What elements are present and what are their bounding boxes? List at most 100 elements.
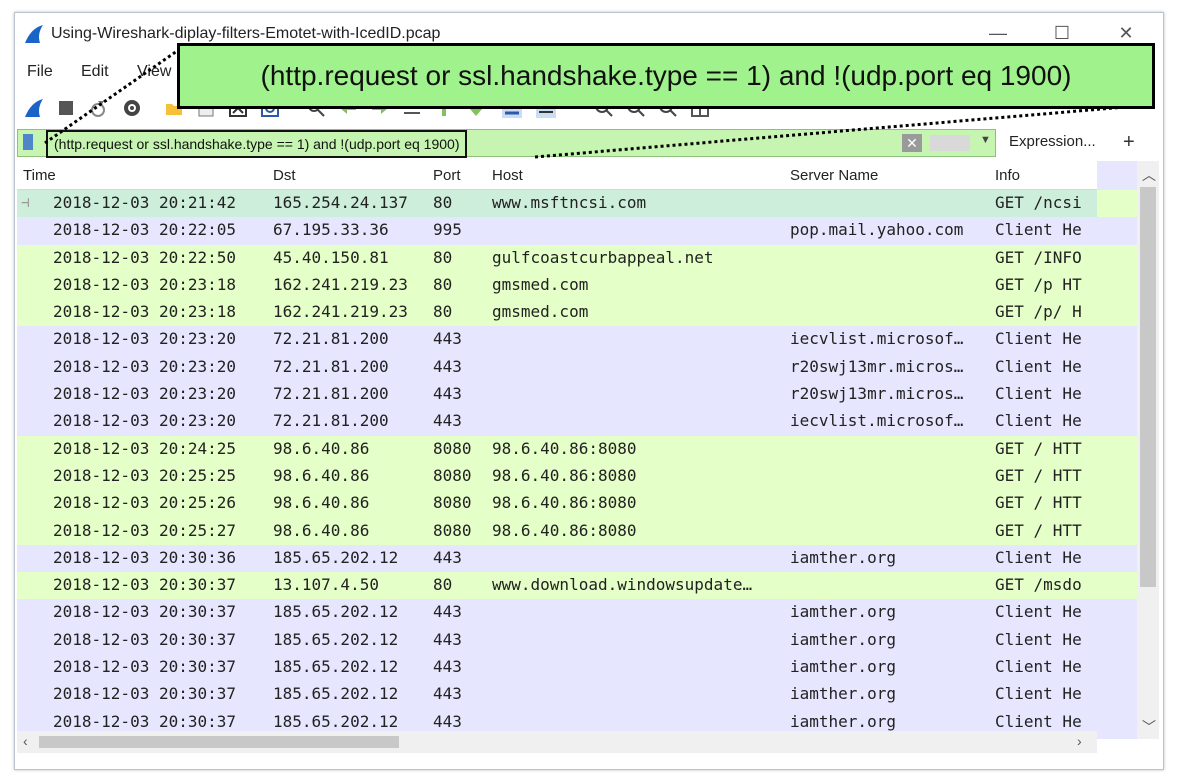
minimap-row: [1097, 544, 1137, 573]
minimap-row: [1097, 462, 1137, 491]
minimap-row: [1097, 490, 1137, 518]
cell-server-name: iamther.org: [790, 711, 896, 731]
cell-info: Client He: [995, 602, 1082, 622]
scroll-right-icon[interactable]: ›: [1077, 733, 1082, 749]
cell-port: 443: [433, 684, 462, 704]
cell-info: GET / HTT: [995, 438, 1082, 458]
table-row[interactable]: 2018-12-03 20:30:37 185.65.202.12 443 iamth…: [17, 681, 1097, 709]
table-row[interactable]: 2018-12-03 20:24:25 98.6.40.86 8080 98.6.40…: [17, 435, 1097, 463]
table-row[interactable]: 2018-12-03 20:30:37 13.107.4.50 80 www.down…: [17, 572, 1097, 600]
cell-port: 443: [433, 384, 462, 404]
cell-server-name: iamther.org: [790, 547, 896, 567]
cell-time: 2018-12-03 20:30:36: [53, 547, 237, 567]
cell-port: 443: [433, 356, 462, 376]
table-row[interactable]: 2018-12-03 20:30:37 185.65.202.12 443 iamth…: [17, 626, 1097, 655]
cell-info: GET /INFO: [995, 247, 1082, 267]
cell-server-name: iamther.org: [790, 657, 896, 677]
table-row[interactable]: 2018-12-03 20:25:25 98.6.40.86 8080 98.6.40…: [17, 462, 1097, 491]
cell-host: www.download.windowsupdate…: [492, 575, 753, 595]
cell-port: 443: [433, 629, 462, 649]
table-row[interactable]: 2018-12-03 20:23:20 72.21.81.200 443 iecvli…: [17, 326, 1097, 354]
minimap-row: [1097, 271, 1137, 300]
cell-info: Client He: [995, 629, 1082, 649]
cell-port: 443: [433, 711, 462, 731]
cell-dst: 98.6.40.86: [273, 465, 370, 485]
table-row[interactable]: 2018-12-03 20:25:26 98.6.40.86 8080 98.6.40…: [17, 490, 1097, 518]
table-row[interactable]: 2018-12-03 20:23:20 72.21.81.200 443 r20swj…: [17, 353, 1097, 382]
cell-host: 98.6.40.86:8080: [492, 493, 637, 513]
cell-port: 443: [433, 657, 462, 677]
cell-port: 8080: [433, 520, 472, 540]
horizontal-scroll-thumb[interactable]: [39, 736, 399, 748]
cell-server-name: iamther.org: [790, 629, 896, 649]
table-row[interactable]: 2018-12-03 20:22:05 67.195.33.36 995 pop.ma…: [17, 217, 1097, 245]
cell-info: Client He: [995, 684, 1082, 704]
minimap-row: [1097, 517, 1137, 545]
table-row[interactable]: 2018-12-03 20:23:18 162.241.219.23 80 gmsme…: [17, 299, 1097, 327]
cell-info: Client He: [995, 329, 1082, 349]
cell-time: 2018-12-03 20:30:37: [53, 684, 237, 704]
table-row[interactable]: 2018-12-03 20:22:50 45.40.150.81 80 gulfcoa…: [17, 244, 1097, 272]
cell-info: GET /ncsi: [995, 193, 1082, 212]
cell-dst: 98.6.40.86: [273, 493, 370, 513]
cell-host: gulfcoastcurbappeal.net: [492, 247, 714, 267]
cell-info: Client He: [995, 356, 1082, 376]
cell-time: 2018-12-03 20:23:20: [53, 384, 237, 404]
vertical-scrollbar[interactable]: ︿ ﹀: [1137, 161, 1159, 739]
cell-info: GET /p/ H: [995, 302, 1082, 322]
minimap-row: [1097, 244, 1137, 272]
cell-host: 98.6.40.86:8080: [492, 438, 637, 458]
scroll-left-icon[interactable]: ‹: [23, 733, 28, 749]
cell-info: Client He: [995, 547, 1082, 567]
cell-time: 2018-12-03 20:24:25: [53, 438, 237, 458]
table-row[interactable]: 2018-12-03 20:30:36 185.65.202.12 443 iamth…: [17, 544, 1097, 573]
cell-host: gmsmed.com: [492, 302, 589, 322]
cell-info: Client He: [995, 657, 1082, 677]
table-row[interactable]: 2018-12-03 20:30:37 185.65.202.12 443 iamth…: [17, 599, 1097, 627]
cell-dst: 72.21.81.200: [273, 411, 389, 431]
cell-host: www.msftncsi.com: [492, 193, 647, 212]
cell-time: 2018-12-03 20:23:20: [53, 411, 237, 431]
cell-dst: 98.6.40.86: [273, 520, 370, 540]
minimap-row: [1097, 708, 1137, 736]
packet-minimap[interactable]: [1097, 161, 1137, 739]
cell-dst: 13.107.4.50: [273, 575, 379, 595]
scroll-down-icon[interactable]: ﹀: [1142, 717, 1156, 737]
cell-time: 2018-12-03 20:23:20: [53, 356, 237, 376]
cell-server-name: iecvlist.microsof…: [790, 411, 964, 431]
cell-dst: 165.254.24.137: [273, 193, 408, 212]
vertical-scroll-thumb[interactable]: [1140, 187, 1156, 587]
table-row[interactable]: 2018-12-03 20:23:18 162.241.219.23 80 gmsme…: [17, 271, 1097, 300]
minimap-row: [1097, 381, 1137, 409]
packet-list[interactable]: Time Dst Port Host Server Name Info ⊣ 201…: [17, 161, 1097, 739]
cell-port: 8080: [433, 438, 472, 458]
table-row[interactable]: 2018-12-03 20:30:37 185.65.202.12 443 iamth…: [17, 654, 1097, 682]
table-row[interactable]: 2018-12-03 20:23:20 72.21.81.200 443 iecvli…: [17, 408, 1097, 436]
table-row[interactable]: 2018-12-03 20:25:27 98.6.40.86 8080 98.6.40…: [17, 517, 1097, 545]
minimap-row: [1097, 408, 1137, 436]
cell-time: 2018-12-03 20:23:20: [53, 329, 237, 349]
minimap-row: [1097, 681, 1137, 709]
table-row[interactable]: 2018-12-03 20:23:20 72.21.81.200 443 r20swj…: [17, 381, 1097, 409]
cell-host: 98.6.40.86:8080: [492, 465, 637, 485]
cell-port: 80: [433, 302, 453, 322]
cell-server-name: iamther.org: [790, 684, 896, 704]
cell-dst: 185.65.202.12: [273, 547, 399, 567]
minimap-row: [1097, 299, 1137, 327]
cell-info: GET / HTT: [995, 493, 1082, 513]
minimap-row: [1097, 654, 1137, 682]
minimap-row: [1097, 435, 1137, 463]
horizontal-scrollbar[interactable]: ‹ ›: [17, 731, 1097, 753]
current-packet-marker-icon: ⊣: [21, 195, 30, 211]
cell-dst: 185.65.202.12: [273, 657, 399, 677]
cell-host: gmsmed.com: [492, 274, 589, 294]
cell-port: 995: [433, 220, 462, 240]
cell-time: 2018-12-03 20:25:27: [53, 520, 237, 540]
cell-time: 2018-12-03 20:23:18: [53, 302, 237, 322]
cell-port: 8080: [433, 465, 472, 485]
table-row[interactable]: ⊣ 2018-12-03 20:21:42 165.254.24.137 80 www.…: [17, 190, 1097, 218]
minimap-row: [1097, 626, 1137, 655]
cell-time: 2018-12-03 20:21:42: [53, 193, 237, 212]
cell-time: 2018-12-03 20:30:37: [53, 711, 237, 731]
cell-port: 80: [433, 274, 453, 294]
